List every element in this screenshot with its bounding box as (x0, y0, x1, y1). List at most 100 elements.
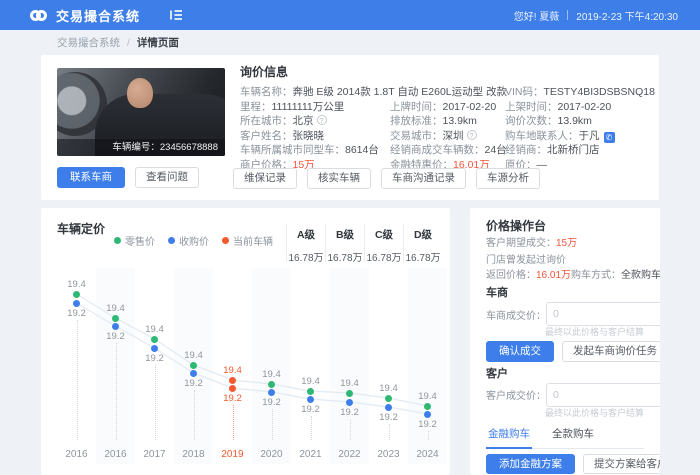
legend-and-grades: 零售价 收购价 当前车辆 A级 16.78万 B级 16.78万 C级 16.7… (114, 224, 442, 264)
phone-icon[interactable]: ✆ (603, 131, 615, 143)
acquisition-price-label: 19.2 (340, 407, 359, 418)
acquisition-dot-icon (168, 237, 175, 244)
contact-dealer-button[interactable]: 联系车商 (57, 167, 125, 188)
year-axis-label: 2018 (182, 449, 205, 460)
page: 交易撮合系统 您好! 夏薇 2019-2-23 下午4:20:30 交易撮合系统… (0, 0, 700, 475)
acquisition-price-dot[interactable] (112, 322, 119, 330)
pricing-chart-title: 车辆定价 (57, 222, 106, 236)
year-axis-label: 2017 (143, 449, 166, 460)
price-panel-title: 价格操作台 (486, 219, 547, 233)
plot-guide-line (232, 405, 234, 440)
plot-guide-line (427, 431, 429, 440)
customer-section-title: 客户 (486, 367, 508, 380)
tab-finance-purchase[interactable]: 金融购车 (486, 422, 532, 449)
retail-price-dot[interactable] (190, 361, 197, 369)
retail-price-dot[interactable] (268, 380, 275, 388)
dealer-price-label: 车商成交价： (486, 310, 546, 322)
dealer-section-title: 车商 (486, 287, 508, 299)
retail-price-dot[interactable] (112, 314, 119, 322)
confirm-deal-button[interactable]: 确认成交 (486, 341, 554, 362)
collapse-menu-icon[interactable] (170, 9, 183, 21)
retail-price-label: 19.4 (262, 369, 281, 380)
grade-c-cell: C级 16.78万 (364, 224, 403, 264)
retail-price-label: 19.4 (340, 378, 359, 389)
plot-guide-line (388, 424, 390, 440)
trade-city-row: 交易城市：深圳? (390, 129, 515, 144)
inquiry-count-row: 询价次数：13.9km (505, 115, 592, 128)
year-axis-label: 2021 (299, 449, 322, 460)
dealer-price-input[interactable] (547, 308, 660, 320)
vehicle-photo[interactable]: 车辆编号：23456678888 (57, 68, 225, 156)
tab-full-payment[interactable]: 全款购车 (550, 422, 596, 448)
breadcrumb-root[interactable]: 交易撮合系统 (57, 35, 120, 50)
acquisition-price-dot[interactable] (346, 398, 353, 406)
acquisition-price-label: 19.2 (262, 397, 281, 408)
year-axis-label: 2022 (338, 449, 361, 460)
vehicle-name-row: 车辆名称：奔驰 E级 2014款 1.8T 自动 E260L运动型 改款 (240, 86, 508, 98)
dealer-communication-log-button[interactable]: 车商沟通记录 (381, 168, 466, 189)
vehicle-pricing-card: 车辆定价 零售价 收购价 当前车辆 A级 16.78万 B级 16.78万 C级… (41, 208, 450, 475)
source-analysis-button[interactable]: 车源分析 (476, 168, 540, 189)
legend-retail: 零售价 (114, 233, 155, 248)
acquisition-price-dot[interactable] (73, 299, 80, 307)
retail-price-dot[interactable] (73, 290, 80, 298)
retail-price-dot[interactable] (307, 387, 314, 395)
pay-mode: 购车方式：全款购车 (571, 270, 660, 281)
acquisition-price-dot[interactable] (190, 369, 197, 377)
acquisition-price-dot[interactable] (229, 384, 236, 392)
grade-d-cell: D级 16.78万 (403, 224, 442, 264)
plot-guide-line (271, 409, 273, 440)
top-bar: 交易撮合系统 您好! 夏薇 2019-2-23 下午4:20:30 (0, 0, 700, 30)
user-greeting[interactable]: 您好! 夏薇 (514, 8, 560, 23)
customer-price-label: 客户成交价： (486, 391, 546, 402)
retail-price-label: 19.4 (106, 303, 125, 314)
acquisition-price-dot[interactable] (151, 344, 158, 352)
plot-guide-line (76, 320, 78, 440)
year-axis-label: 2024 (416, 449, 439, 460)
verify-vehicle-button[interactable]: 核实车辆 (307, 168, 371, 189)
customer-price-input-box: 万 (546, 382, 660, 407)
retail-price-label: 19.4 (223, 365, 242, 376)
year-axis-label: 2016 (104, 449, 127, 460)
retail-price-dot[interactable] (229, 376, 236, 384)
maintenance-record-button[interactable]: 维保记录 (233, 168, 297, 189)
view-issue-button[interactable]: 查看问题 (135, 167, 199, 188)
acquisition-price-dot[interactable] (307, 395, 314, 403)
retail-price-label: 19.4 (418, 391, 437, 402)
purchase-mode-tabs: 金融购车 全款购车 (486, 422, 644, 449)
retail-price-label: 19.4 (379, 383, 398, 394)
acquisition-price-dot[interactable] (424, 410, 431, 418)
pricing-plot: 19.4 19.2 2016 19.4 19.2 2016 19.4 19.2 2017 19.4… (57, 268, 447, 468)
retail-price-label: 19.4 (67, 279, 86, 290)
breadcrumb: 交易撮合系统 / 详情页面 (57, 30, 179, 55)
app-logo-icon (30, 9, 47, 21)
dealer-price-hint: 最终以此价格与客户结算 (544, 327, 644, 337)
help-icon[interactable]: ? (466, 129, 477, 140)
help-icon[interactable]: ? (316, 115, 327, 126)
retail-price-dot[interactable] (151, 335, 158, 343)
dealer-price-input-box: 万 (546, 302, 660, 326)
legend-current-vehicle: 当前车辆 (222, 233, 273, 248)
retail-price-dot[interactable] (385, 394, 392, 402)
year-axis-label: 2019 (221, 449, 244, 460)
breadcrumb-separator: / (127, 36, 130, 49)
launch-dealer-inquiry-button[interactable]: 发起车商询价任务 (562, 341, 660, 362)
customer-price-input[interactable] (547, 388, 660, 401)
acquisition-price-dot[interactable] (385, 403, 392, 411)
submit-plan-button[interactable]: 提交方案给客户 (583, 453, 660, 474)
acquisition-price-label: 19.2 (418, 419, 437, 430)
plot-guide-line (349, 419, 351, 440)
plot-guide-line (310, 416, 312, 440)
inquiry-info-card: 车辆编号：23456678888 联系车商 查看问题 询价信息 车辆名称：奔驰 … (41, 55, 659, 200)
retail-price-dot[interactable] (346, 389, 353, 397)
acquisition-price-label: 19.2 (223, 393, 242, 404)
listing-date-row: 上架时间：2017-02-20 (505, 100, 612, 113)
add-finance-plan-button[interactable]: 添加金融方案 (486, 453, 575, 474)
datetime-text: 2019-2-23 下午4:20:30 (576, 11, 678, 23)
acquisition-price-dot[interactable] (268, 388, 275, 396)
retail-price-label: 19.4 (184, 350, 203, 361)
acquisition-price-label: 19.2 (67, 308, 86, 319)
acquisition-price-label: 19.2 (379, 412, 398, 423)
acquisition-price-label: 19.2 (145, 353, 164, 364)
retail-price-dot[interactable] (424, 402, 431, 410)
